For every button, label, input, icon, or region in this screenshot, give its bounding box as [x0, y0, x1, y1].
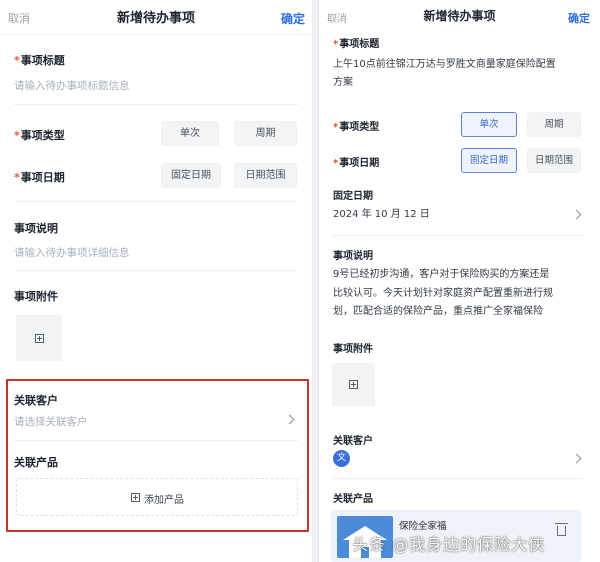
page-title: 新增待办事项 — [423, 9, 496, 23]
title-input[interactable]: 请输入待办事项标题信息 — [14, 78, 130, 93]
title-value-line2[interactable]: 方案 — [333, 73, 353, 92]
type-field-label: *事项类型 — [333, 122, 380, 133]
nav-divider — [0, 34, 312, 35]
desc-field-label: 事项说明 — [333, 251, 373, 262]
type-field-label: *事项类型 — [14, 129, 65, 142]
fixed-date-value[interactable]: 2024 年 10 月 12 日 — [333, 205, 430, 224]
customer-field-label: 关联客户 — [333, 436, 373, 447]
date-option-fixed[interactable]: 固定日期 — [161, 163, 221, 188]
date-field-label: *事项日期 — [14, 171, 65, 184]
add-icon — [349, 380, 358, 389]
upload-attachment-button[interactable] — [16, 315, 62, 361]
date-field-label: *事项日期 — [333, 158, 380, 169]
type-option-recurring[interactable]: 周期 — [527, 112, 581, 137]
upload-attachment-button[interactable] — [332, 363, 375, 406]
divider — [14, 201, 298, 202]
divider — [333, 235, 583, 236]
desc-field-label: 事项说明 — [14, 222, 58, 235]
trash-icon[interactable] — [555, 523, 568, 536]
required-mark: * — [333, 158, 339, 169]
highlight-box — [6, 379, 309, 532]
desc-line[interactable]: 比较认可。今天计划针对家庭资产配置重新进行规 — [333, 284, 553, 303]
add-icon — [35, 334, 44, 343]
type-option-recurring[interactable]: 周期 — [234, 121, 297, 146]
divider — [14, 104, 298, 105]
customer-avatar[interactable]: 文 — [333, 450, 350, 467]
type-option-once[interactable]: 单次 — [461, 112, 517, 137]
divider — [333, 478, 583, 479]
required-mark: * — [14, 54, 20, 67]
desc-input[interactable]: 请输入待办事项详细信息 — [14, 245, 130, 260]
required-mark: * — [14, 129, 20, 142]
left-screen: 取消 新增待办事项 确定 *事项标题 请输入待办事项标题信息 *事项类型 单次 … — [0, 0, 312, 562]
title-field-label: *事项标题 — [333, 39, 380, 50]
date-option-fixed[interactable]: 固定日期 — [461, 148, 517, 173]
required-mark: * — [333, 122, 339, 133]
confirm-button[interactable]: 确定 — [568, 10, 590, 26]
nav-bar: 取消 新增待办事项 确定 — [319, 0, 600, 34]
page-title: 新增待办事项 — [116, 11, 195, 26]
product-name: 保险全家福 — [399, 521, 447, 532]
confirm-button[interactable]: 确定 — [281, 10, 305, 27]
desc-line[interactable]: 9号已经初步沟通，客户对于保险购买的方案还是 — [333, 265, 549, 284]
required-mark: * — [14, 171, 20, 184]
date-option-range[interactable]: 日期范围 — [527, 148, 581, 173]
desc-line[interactable]: 划，匹配合适的保险产品，重点推广全家福保险 — [333, 302, 543, 321]
attach-field-label: 事项附件 — [333, 344, 373, 355]
nav-bar: 取消 新增待办事项 确定 — [0, 0, 312, 34]
product-field-label: 关联产品 — [333, 494, 373, 505]
title-value-line1[interactable]: 上午10点前往锦江万达与罗胜文商量家庭保险配置 — [333, 55, 556, 74]
fixed-date-label: 固定日期 — [333, 191, 373, 202]
attach-field-label: 事项附件 — [14, 290, 58, 303]
watermark: 头条 @我身边的保险大侠 — [352, 535, 546, 554]
title-field-label: *事项标题 — [14, 54, 65, 67]
type-option-once[interactable]: 单次 — [161, 121, 219, 146]
required-mark: * — [333, 39, 339, 50]
divider — [14, 270, 298, 271]
date-option-range[interactable]: 日期范围 — [234, 163, 297, 188]
